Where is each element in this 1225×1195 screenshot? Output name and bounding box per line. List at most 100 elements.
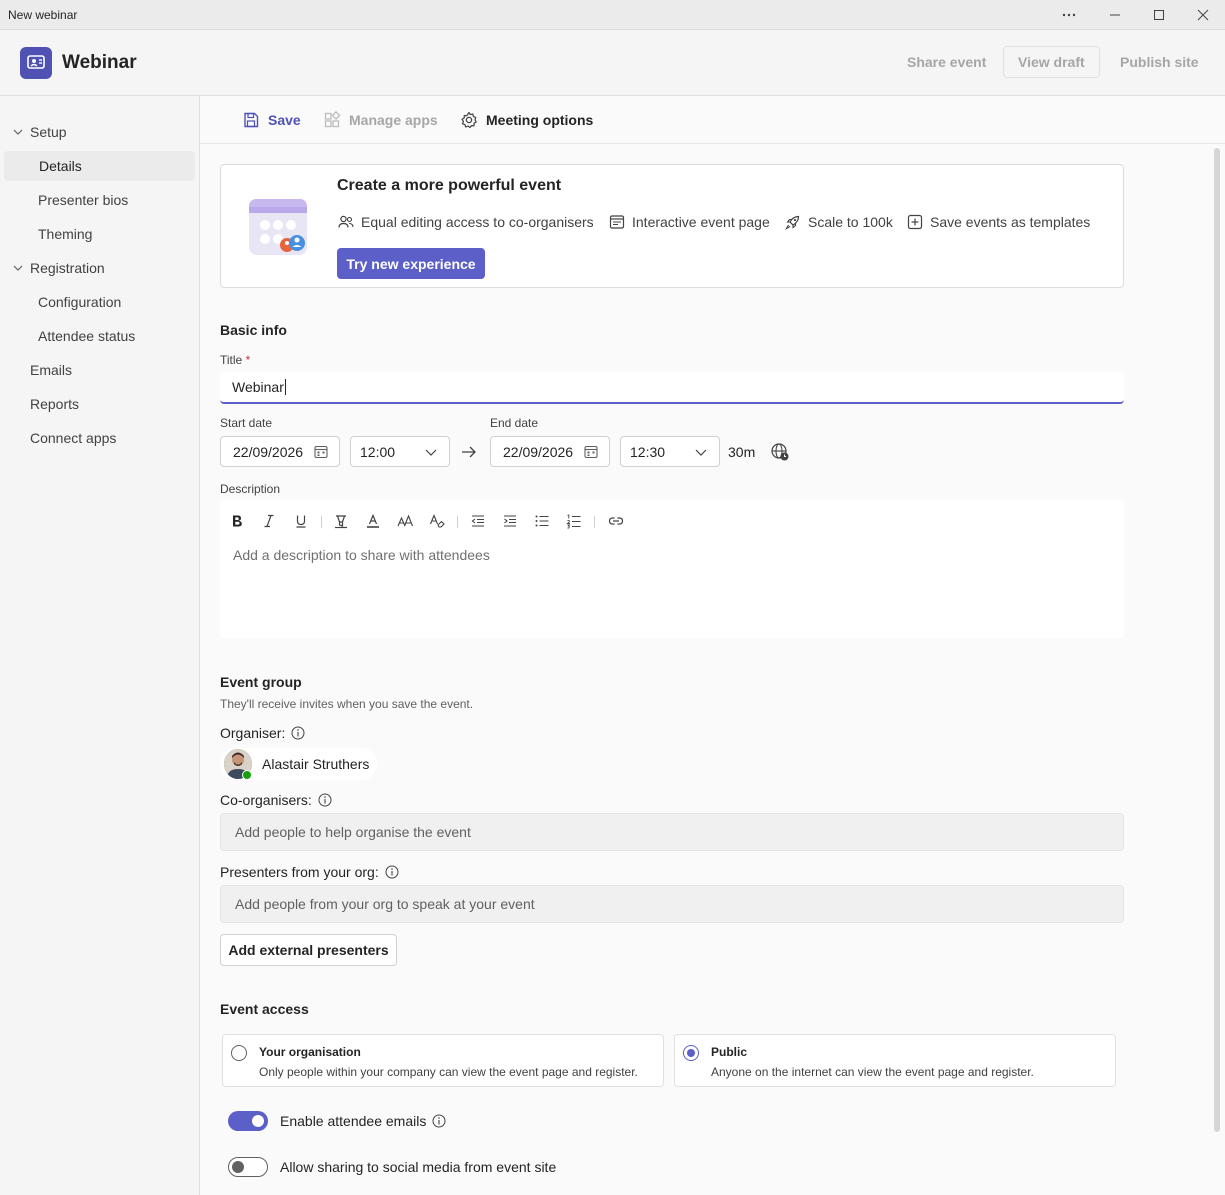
toolbar-divider (594, 516, 595, 528)
info-icon[interactable] (432, 1114, 446, 1128)
italic-icon[interactable] (257, 509, 281, 533)
presence-available-icon (242, 770, 252, 780)
highlight-icon[interactable] (329, 509, 353, 533)
access-option-public[interactable]: Public Anyone on the internet can view t… (674, 1034, 1116, 1087)
rocket-icon (785, 215, 800, 230)
font-color-icon[interactable] (361, 509, 385, 533)
sidebar-item-reports[interactable]: Reports (4, 389, 195, 419)
publish-site-button[interactable]: Publish site (1106, 46, 1213, 78)
meeting-options-label: Meeting options (486, 112, 594, 128)
info-icon[interactable] (385, 865, 399, 879)
sidebar-item-emails[interactable]: Emails (4, 355, 195, 385)
increase-indent-icon[interactable] (498, 509, 522, 533)
sidebar-item-setup[interactable]: Setup (4, 117, 195, 147)
feature-co-organisers: Equal editing access to co-organisers (337, 213, 594, 231)
feature-label: Save events as templates (930, 214, 1091, 230)
chevron-down-icon (695, 449, 707, 456)
info-icon[interactable] (291, 726, 305, 740)
attendee-emails-toggle[interactable] (228, 1111, 268, 1131)
view-draft-button[interactable]: View draft (1003, 46, 1100, 78)
presenters-input[interactable]: Add people from your org to speak at you… (220, 885, 1124, 923)
font-size-icon[interactable] (393, 509, 417, 533)
sidebar-item-label: Setup (30, 124, 67, 140)
sidebar-item-presenter-bios[interactable]: Presenter bios (4, 185, 195, 215)
sidebar-item-label: Emails (30, 362, 73, 378)
text-cursor (284, 379, 286, 395)
title-label-text: Title (220, 353, 243, 367)
sidebar-item-registration[interactable]: Registration (4, 253, 195, 283)
clear-formatting-icon[interactable] (425, 509, 449, 533)
sidebar-item-label: Attendee status (38, 328, 136, 344)
sidebar-item-label: Reports (30, 396, 80, 412)
end-date-picker[interactable]: 22/09/2026 (490, 436, 610, 467)
attendee-emails-label: Enable attendee emails (280, 1113, 446, 1129)
attendee-emails-label-text: Enable attendee emails (280, 1113, 427, 1129)
event-illustration-icon (249, 199, 307, 255)
sidebar-item-label: Theming (38, 226, 93, 242)
add-external-presenters-button[interactable]: Add external presenters (220, 934, 397, 966)
sidebar-item-theming[interactable]: Theming (4, 219, 195, 249)
bulleted-list-icon[interactable] (530, 509, 554, 533)
try-new-experience-button[interactable]: Try new experience (337, 248, 485, 279)
underline-icon[interactable] (289, 509, 313, 533)
bold-icon[interactable] (225, 509, 249, 533)
app-header: Webinar Share event View draft Publish s… (0, 30, 1225, 96)
minimize-icon[interactable] (1093, 0, 1137, 30)
info-icon[interactable] (318, 793, 332, 807)
access-option-desc: Anyone on the internet can view the even… (711, 1065, 1034, 1079)
sidebar-item-attendee-status[interactable]: Attendee status (4, 321, 195, 351)
description-editor[interactable]: Add a description to share with attendee… (220, 500, 1124, 638)
access-option-organisation[interactable]: Your organisation Only people within you… (222, 1034, 664, 1087)
sidebar-item-label: Configuration (38, 294, 122, 310)
sidebar-item-details[interactable]: Details (4, 151, 195, 181)
timezone-globe-icon[interactable] (770, 442, 790, 462)
end-time-select[interactable]: 12:30 (620, 436, 720, 467)
web-page-icon (609, 215, 625, 229)
vertical-scrollbar[interactable] (1214, 148, 1220, 1132)
apps-icon (324, 111, 341, 128)
arrow-right-icon (462, 446, 476, 458)
sidebar-item-label: Presenter bios (38, 192, 129, 208)
link-icon[interactable] (604, 509, 628, 533)
event-group-heading: Event group (220, 674, 302, 690)
more-options-icon[interactable] (1047, 0, 1091, 30)
add-square-icon (907, 214, 923, 230)
basic-info-heading: Basic info (220, 322, 287, 338)
numbered-list-icon[interactable] (562, 509, 586, 533)
sidebar-item-label: Connect apps (30, 430, 117, 446)
title-input[interactable]: Webinar (220, 372, 1124, 404)
calendar-icon (584, 445, 598, 459)
close-icon[interactable] (1181, 0, 1225, 30)
end-time-value: 12:30 (630, 443, 666, 460)
organiser-name: Alastair Struthers (262, 756, 370, 772)
sidebar-item-connect-apps[interactable]: Connect apps (4, 423, 195, 453)
sidebar: Setup Details Presenter bios Theming Reg… (0, 96, 200, 1195)
access-option-title: Public (711, 1045, 748, 1059)
decrease-indent-icon[interactable] (466, 509, 490, 533)
chevron-down-icon (425, 449, 437, 456)
start-date-picker[interactable]: 22/09/2026 (220, 436, 340, 467)
app-name: Webinar (62, 52, 137, 73)
feature-templates: Save events as templates (906, 213, 1090, 231)
co-organisers-input[interactable]: Add people to help organise the event (220, 813, 1124, 851)
organiser-chip[interactable]: Alastair Struthers (220, 748, 377, 780)
save-button[interactable]: Save (242, 108, 301, 132)
start-date-value: 22/09/2026 (233, 443, 304, 460)
maximize-icon[interactable] (1137, 0, 1181, 30)
meeting-options-button[interactable]: Meeting options (460, 108, 593, 132)
public-radio[interactable] (683, 1045, 699, 1061)
manage-apps-button[interactable]: Manage apps (323, 108, 438, 132)
start-time-select[interactable]: 12:00 (350, 436, 450, 467)
chevron-down-icon (13, 265, 23, 271)
social-sharing-label: Allow sharing to social media from event… (280, 1159, 557, 1175)
sidebar-item-configuration[interactable]: Configuration (4, 287, 195, 317)
save-icon (244, 112, 259, 128)
organiser-label: Organiser: (220, 725, 305, 741)
organisation-radio[interactable] (231, 1045, 247, 1061)
share-event-button[interactable]: Share event (893, 46, 1000, 78)
social-sharing-toggle[interactable] (228, 1157, 268, 1177)
organiser-label-text: Organiser: (220, 725, 286, 741)
people-icon (338, 215, 354, 228)
title-field-label: Title * (220, 353, 250, 367)
description-placeholder: Add a description to share with attendee… (233, 547, 490, 563)
